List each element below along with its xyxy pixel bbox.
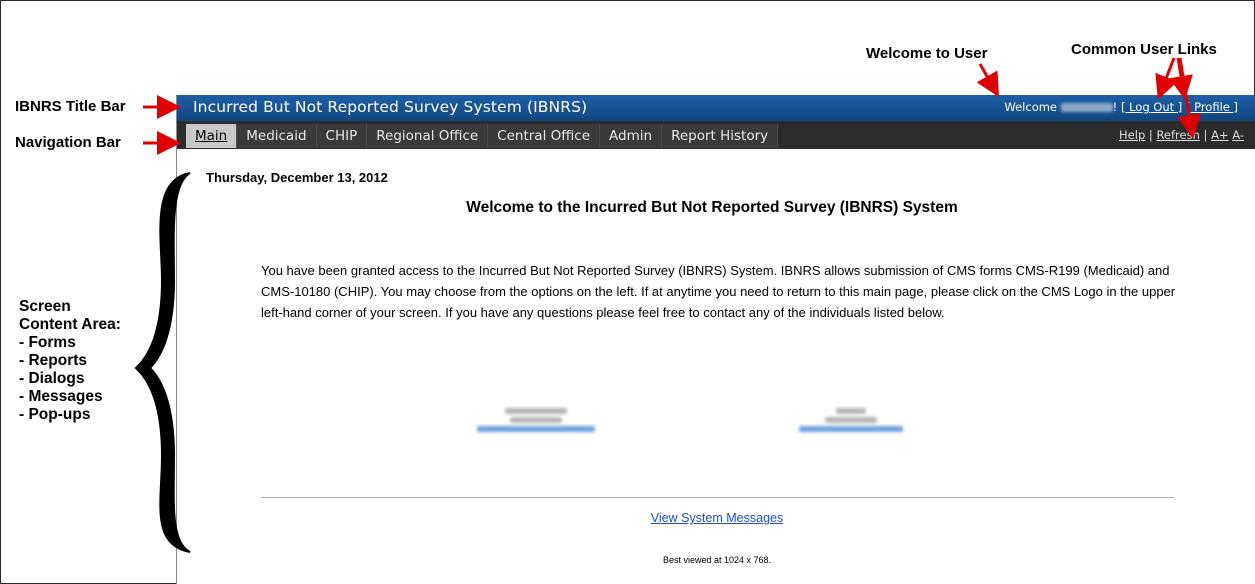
arrow-font-size	[1177, 57, 1202, 139]
annotation-overlay	[134, 57, 1202, 553]
arrow-logout	[1155, 57, 1178, 100]
arrow-welcome-user	[976, 63, 999, 98]
curly-brace	[134, 172, 191, 553]
